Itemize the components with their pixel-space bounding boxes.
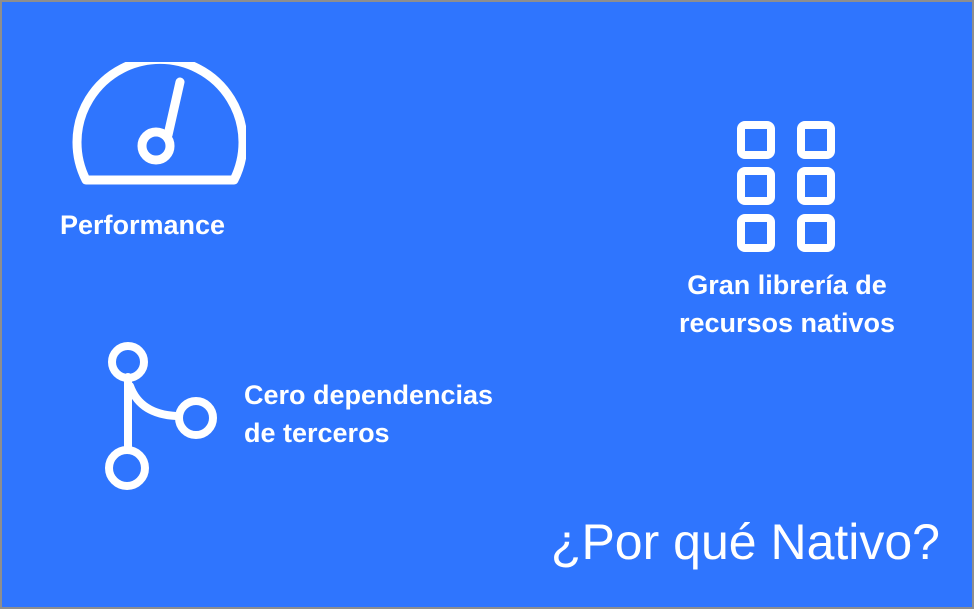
- library-label: Gran librería de recursos nativos: [642, 266, 932, 342]
- slide-title: ¿Por qué Nativo?: [550, 514, 940, 570]
- performance-label-text: Performance: [60, 210, 226, 240]
- speedometer-icon: [72, 62, 246, 185]
- library-label-line1: Gran librería de: [687, 270, 887, 300]
- performance-label: Performance: [60, 206, 225, 244]
- branch-icon: [105, 342, 217, 490]
- dependencies-label-line2: de terceros: [244, 418, 390, 448]
- slide: Performance Gran librería de recursos na…: [0, 0, 974, 609]
- dependencies-label-line1: Cero dependencias: [244, 380, 494, 410]
- dependencies-label: Cero dependencias de terceros: [244, 376, 493, 452]
- library-label-line2: recursos nativos: [678, 308, 896, 338]
- grid-icon: [737, 121, 835, 252]
